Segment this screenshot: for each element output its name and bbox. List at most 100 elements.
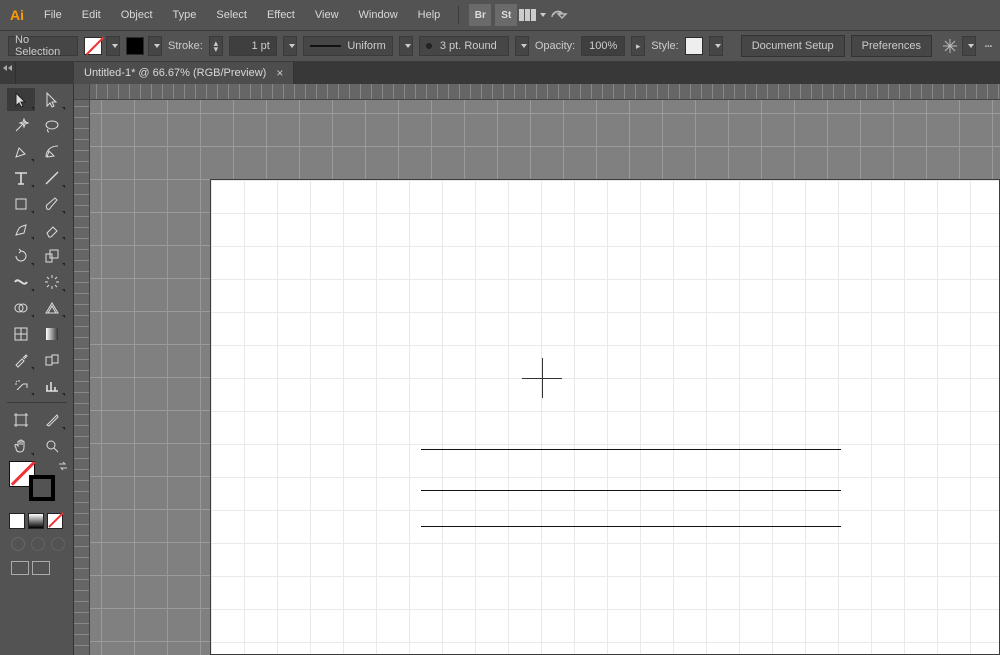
- zoom-tool[interactable]: [38, 434, 66, 457]
- brush-label: 3 pt. Round: [440, 40, 497, 52]
- style-dropdown[interactable]: [709, 36, 723, 56]
- collapse-tools-toggle[interactable]: [0, 62, 16, 84]
- menu-bar: Ai File Edit Object Type Select Effect V…: [0, 0, 1000, 30]
- fill-swatch-icon: [84, 37, 102, 55]
- selection-tool[interactable]: [7, 88, 35, 111]
- brush-dropdown[interactable]: [515, 36, 529, 56]
- screen-mode-full[interactable]: [32, 561, 50, 575]
- menu-select[interactable]: Select: [208, 5, 255, 25]
- stroke-weight-dropdown[interactable]: [283, 36, 297, 56]
- slice-tool[interactable]: [38, 408, 66, 431]
- hand-tool[interactable]: [7, 434, 35, 457]
- menu-object[interactable]: Object: [113, 5, 161, 25]
- fill-control[interactable]: [84, 36, 120, 56]
- draw-behind-icon[interactable]: [31, 537, 45, 551]
- paintbrush-tool[interactable]: [38, 192, 66, 215]
- selection-status: No Selection: [8, 36, 78, 56]
- document-tab[interactable]: Untitled-1* @ 66.67% (RGB/Preview) ×: [74, 62, 294, 84]
- stroke-box-icon: [29, 475, 55, 501]
- artboard-tool[interactable]: [7, 408, 35, 431]
- draw-normal-icon[interactable]: [11, 537, 25, 551]
- menu-separator: [458, 6, 459, 24]
- ruler-origin[interactable]: [74, 84, 90, 100]
- menu-view[interactable]: View: [307, 5, 347, 25]
- color-mode-none[interactable]: [47, 513, 63, 529]
- shaper-tool[interactable]: [7, 218, 35, 241]
- tools-panel: [0, 84, 74, 655]
- align-to-icon[interactable]: [942, 38, 958, 54]
- drawn-line-1[interactable]: [421, 449, 841, 450]
- drawn-line-3[interactable]: [421, 526, 841, 527]
- tab-strip: [294, 62, 1000, 84]
- menu-help[interactable]: Help: [410, 5, 449, 25]
- canvas[interactable]: [74, 84, 1000, 655]
- column-graph-tool[interactable]: [38, 374, 66, 397]
- free-transform-tool[interactable]: [38, 270, 66, 293]
- menu-effect[interactable]: Effect: [259, 5, 303, 25]
- stroke-label[interactable]: Stroke:: [168, 40, 203, 52]
- ruler-vertical[interactable]: [74, 84, 90, 655]
- opacity-field[interactable]: 100%: [581, 36, 625, 56]
- curvature-tool[interactable]: [38, 140, 66, 163]
- menu-type[interactable]: Type: [165, 5, 205, 25]
- tab-bar: Untitled-1* @ 66.67% (RGB/Preview) ×: [0, 62, 1000, 84]
- brush-definition[interactable]: 3 pt. Round: [419, 36, 509, 56]
- style-label[interactable]: Style:: [651, 40, 679, 52]
- preferences-button[interactable]: Preferences: [851, 35, 932, 57]
- type-tool[interactable]: [7, 166, 35, 189]
- transform-panel-icon[interactable]: ⋯: [985, 39, 992, 53]
- symbol-sprayer-tool[interactable]: [7, 374, 35, 397]
- lasso-tool[interactable]: [38, 114, 66, 137]
- tab-gutter: [16, 62, 74, 84]
- stock-icon[interactable]: St: [495, 4, 517, 26]
- stroke-profile-dropdown[interactable]: [399, 36, 413, 56]
- direct-selection-tool[interactable]: [38, 88, 66, 111]
- menu-window[interactable]: Window: [351, 5, 406, 25]
- fill-stroke-control[interactable]: [9, 461, 55, 501]
- pen-tool[interactable]: [7, 140, 35, 163]
- opacity-label[interactable]: Opacity:: [535, 40, 575, 52]
- arrange-documents-icon[interactable]: [521, 4, 543, 26]
- close-tab-icon[interactable]: ×: [276, 66, 283, 80]
- rotate-tool[interactable]: [7, 244, 35, 267]
- screen-mode-normal[interactable]: [11, 561, 29, 575]
- app-logo: Ai: [6, 4, 28, 26]
- stroke-swatch-icon: [126, 37, 144, 55]
- control-bar: No Selection Stroke: ▴▾ 1 pt Uniform 3 p…: [0, 30, 1000, 62]
- stroke-weight-stepper[interactable]: ▴▾: [209, 36, 223, 56]
- eyedropper-tool[interactable]: [7, 348, 35, 371]
- menu-file[interactable]: File: [36, 5, 70, 25]
- swap-fill-stroke-icon[interactable]: [57, 460, 69, 475]
- opacity-dropdown[interactable]: ▸: [631, 36, 645, 56]
- bridge-icon[interactable]: Br: [469, 4, 491, 26]
- artboard[interactable]: [210, 179, 1000, 655]
- gradient-tool[interactable]: [38, 322, 66, 345]
- magic-wand-tool[interactable]: [7, 114, 35, 137]
- stroke-weight-field[interactable]: 1 pt: [229, 36, 277, 56]
- document-setup-button[interactable]: Document Setup: [741, 35, 845, 57]
- stroke-profile[interactable]: Uniform: [303, 36, 393, 56]
- sync-settings-icon[interactable]: [547, 4, 569, 26]
- stroke-profile-label: Uniform: [347, 40, 386, 52]
- menu-edit[interactable]: Edit: [74, 5, 109, 25]
- mesh-tool[interactable]: [7, 322, 35, 345]
- ruler-horizontal[interactable]: [74, 84, 1000, 100]
- brush-icon: [426, 43, 432, 49]
- scale-tool[interactable]: [38, 244, 66, 267]
- color-mode-solid[interactable]: [9, 513, 25, 529]
- color-mode-gradient[interactable]: [28, 513, 44, 529]
- blend-tool[interactable]: [38, 348, 66, 371]
- fill-dropdown[interactable]: [106, 36, 120, 56]
- width-tool[interactable]: [7, 270, 35, 293]
- shape-builder-tool[interactable]: [7, 296, 35, 319]
- stroke-swatch-dropdown[interactable]: [148, 36, 162, 56]
- draw-inside-icon[interactable]: [51, 537, 65, 551]
- style-swatch-icon: [685, 37, 703, 55]
- eraser-tool[interactable]: [38, 218, 66, 241]
- stroke-swatch-control[interactable]: [126, 36, 162, 56]
- rectangle-tool[interactable]: [7, 192, 35, 215]
- drawn-line-2[interactable]: [421, 490, 841, 491]
- perspective-grid-tool[interactable]: [38, 296, 66, 319]
- align-to-dropdown[interactable]: [962, 36, 976, 56]
- line-segment-tool[interactable]: [38, 166, 66, 189]
